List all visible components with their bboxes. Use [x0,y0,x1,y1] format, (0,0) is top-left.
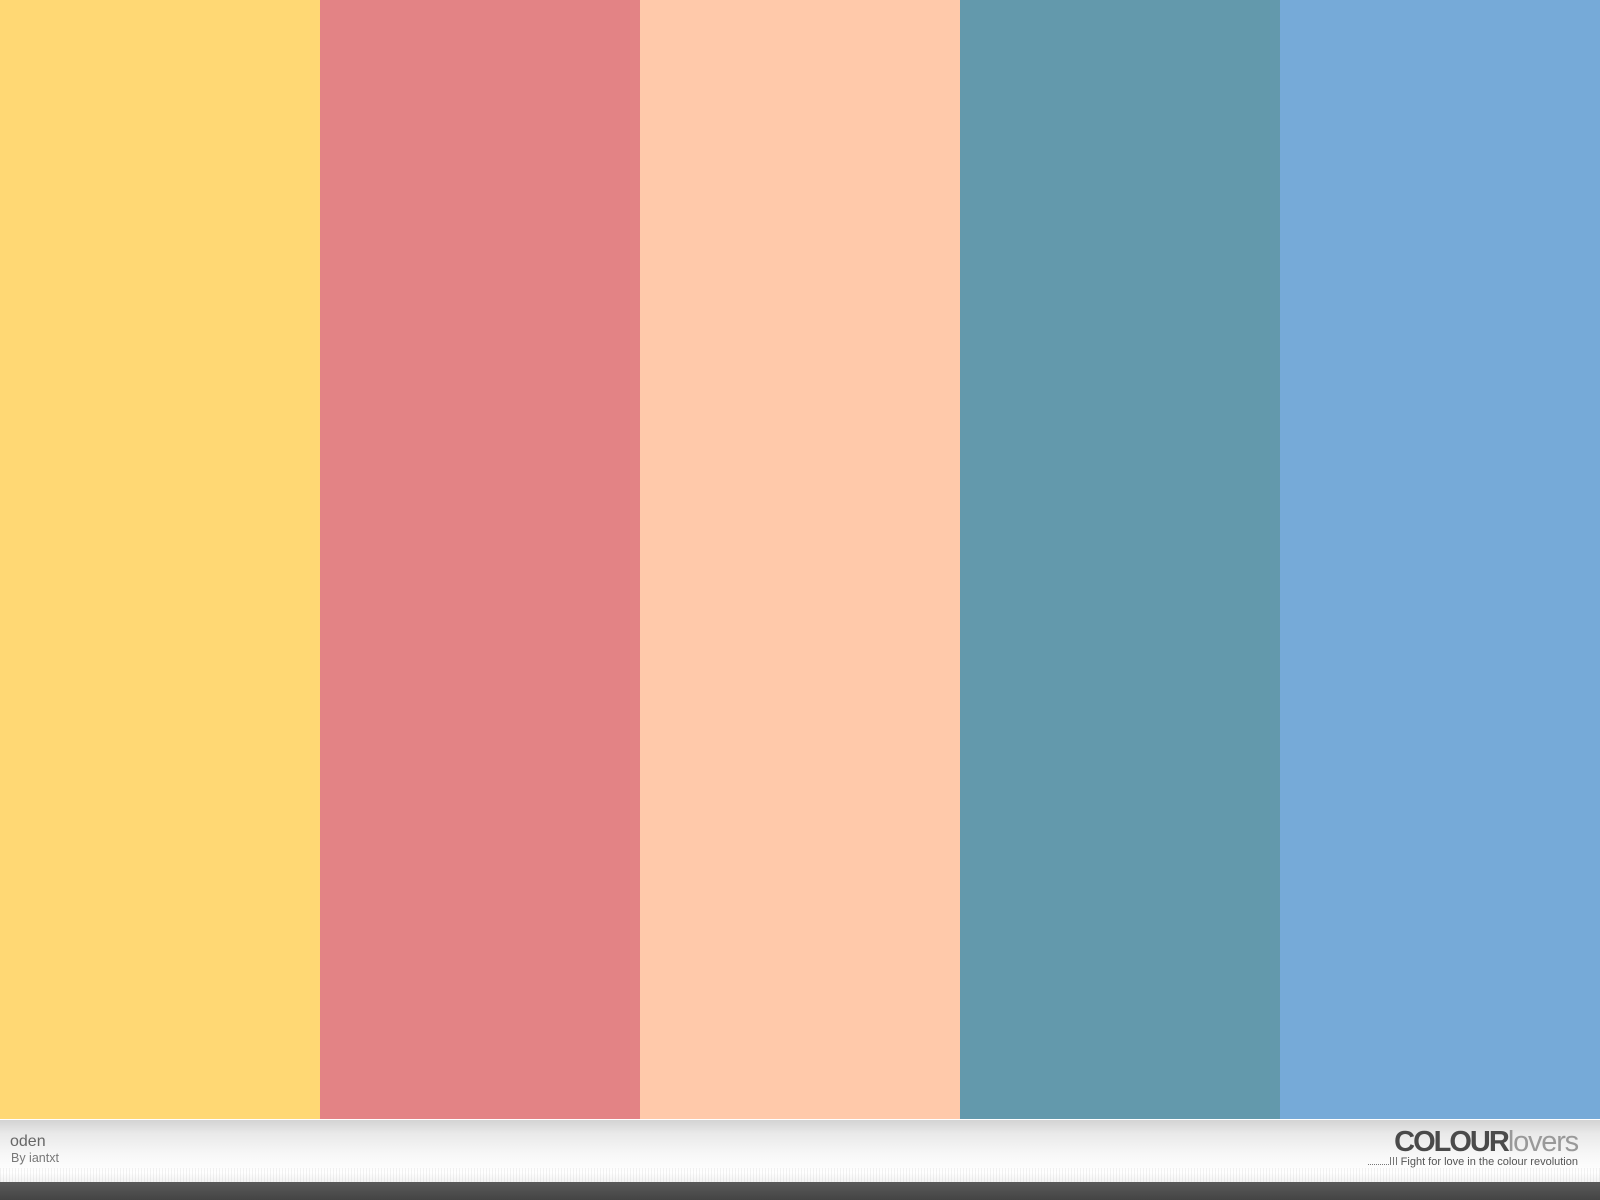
brand-logo: COLOURlovers [1368,1126,1579,1158]
colourlovers-brand[interactable]: COLOURlovers Fight for love in the colou… [1367,1126,1579,1168]
brand-logo-light: lovers [1507,1126,1579,1158]
footer-bar [0,1119,1600,1182]
color-swatch-4[interactable] [960,0,1280,1119]
color-swatch-2[interactable] [320,0,640,1119]
dotted-line-icon [1367,1157,1398,1165]
color-swatch-3[interactable] [640,0,960,1119]
color-swatches [0,0,1600,1119]
palette-page: oden By iantxt COLOURlovers Fight for lo… [0,0,1600,1200]
footer-stripe-texture [0,1168,1600,1182]
bottom-bar [0,1182,1600,1200]
color-swatch-1[interactable] [0,0,320,1119]
color-swatch-5[interactable] [1280,0,1600,1119]
brand-tagline: Fight for love in the colour revolution [1367,1156,1578,1168]
palette-author[interactable]: By iantxt [11,1151,59,1165]
palette-title: oden [10,1133,46,1150]
brand-tagline-text: Fight for love in the colour revolution [1400,1156,1578,1168]
brand-logo-strong: COLOUR [1394,1126,1510,1158]
